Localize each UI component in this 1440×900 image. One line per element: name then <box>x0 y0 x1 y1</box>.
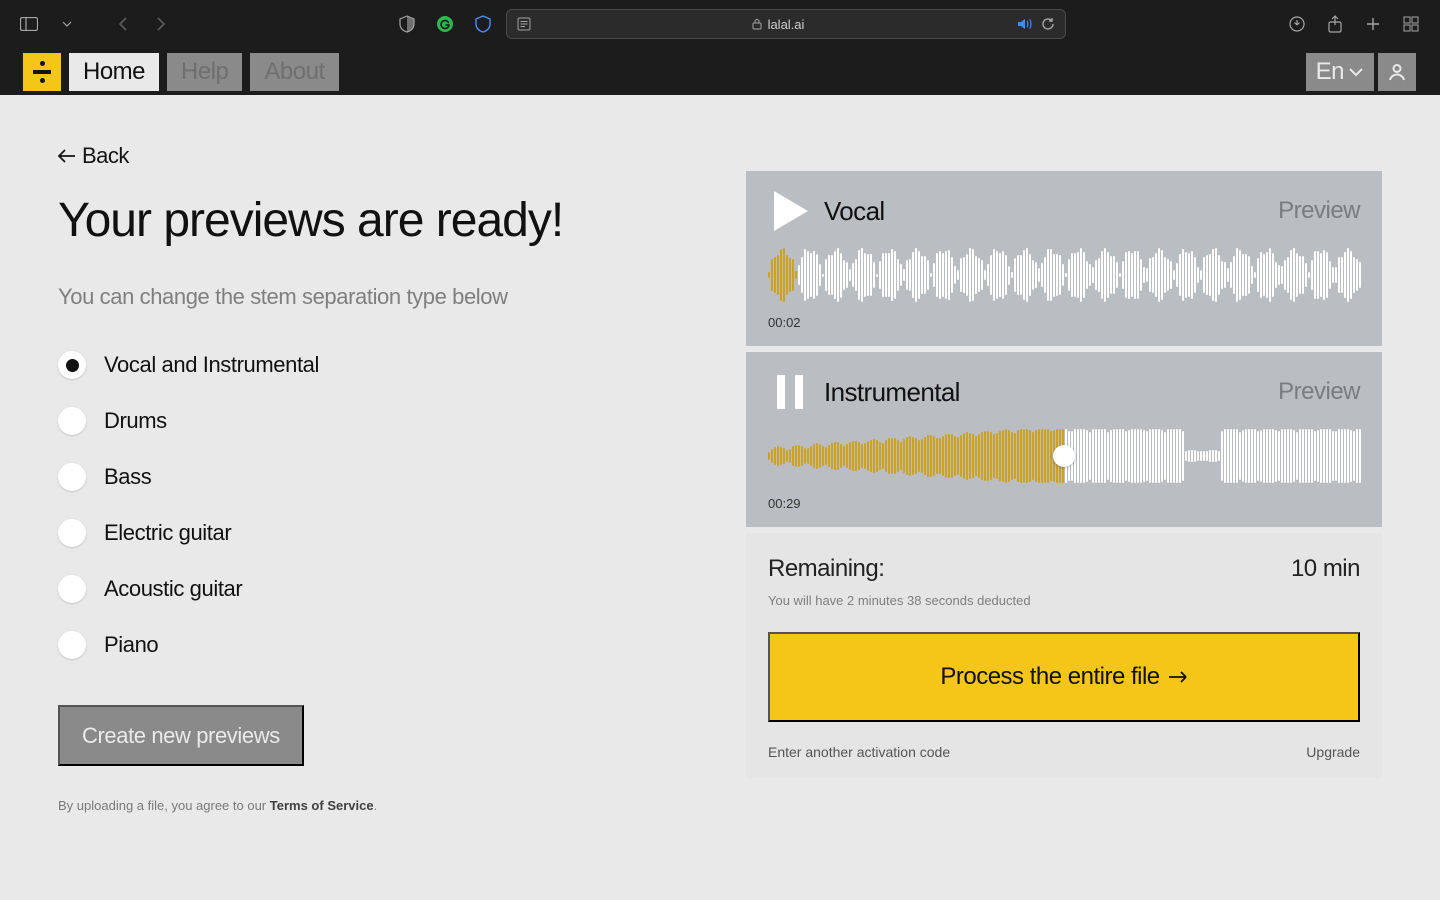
tab-dropdown-icon[interactable] <box>52 9 82 39</box>
enter-code-link[interactable]: Enter another activation code <box>768 744 950 760</box>
waveform-instrumental[interactable] <box>768 428 1360 484</box>
radio-bass[interactable]: Bass <box>58 463 706 491</box>
radio-label: Bass <box>104 464 151 490</box>
remaining-value: 10 min <box>1291 555 1360 583</box>
arrow-left-icon <box>58 149 76 163</box>
reload-icon[interactable] <box>1041 17 1055 31</box>
waveform-vocal[interactable] <box>768 247 1360 303</box>
privacy-report-icon[interactable] <box>392 9 422 39</box>
language-label: En <box>1316 58 1344 86</box>
preview-card-instrumental: Instrumental Preview 00:29 <box>746 352 1382 527</box>
pause-icon <box>775 373 805 411</box>
radio-drums[interactable]: Drums <box>58 407 706 435</box>
chevron-down-icon <box>1348 67 1364 77</box>
arrow-right-icon <box>1168 670 1188 684</box>
radio-acoustic-guitar[interactable]: Acoustic guitar <box>58 575 706 603</box>
user-icon <box>1386 61 1408 83</box>
browser-toolbar: lalal.ai <box>0 0 1440 48</box>
create-previews-button[interactable]: Create new previews <box>58 705 304 766</box>
remaining-label: Remaining: <box>768 555 884 583</box>
deduct-note: You will have 2 minutes 38 seconds deduc… <box>768 593 1360 608</box>
track-name: Vocal <box>824 196 885 227</box>
url-bar[interactable]: lalal.ai <box>506 9 1066 39</box>
site-navbar: Home Help About En <box>0 48 1440 95</box>
timestamp-instrumental: 00:29 <box>768 496 1360 511</box>
radio-label: Acoustic guitar <box>104 576 242 602</box>
radio-label: Vocal and Instrumental <box>104 352 319 378</box>
timestamp-vocal: 00:02 <box>768 315 1360 330</box>
site-logo[interactable] <box>23 53 61 91</box>
url-text: lalal.ai <box>768 17 805 32</box>
nav-help[interactable]: Help <box>167 53 242 91</box>
extension-shield-icon[interactable] <box>468 9 498 39</box>
terms-notice: By uploading a file, you agree to our Te… <box>58 798 706 813</box>
nav-about[interactable]: About <box>250 53 338 91</box>
share-icon[interactable] <box>1320 9 1350 39</box>
pause-button-instrumental[interactable] <box>768 370 812 414</box>
radio-vocal-instrumental[interactable]: Vocal and Instrumental <box>58 351 706 379</box>
remaining-panel: Remaining: 10 min You will have 2 minute… <box>746 533 1382 778</box>
upgrade-link[interactable]: Upgrade <box>1306 744 1360 760</box>
preview-label: Preview <box>1278 378 1360 406</box>
terms-link[interactable]: Terms of Service <box>270 798 374 813</box>
sidebar-toggle-icon[interactable] <box>14 9 44 39</box>
back-label: Back <box>82 143 129 169</box>
track-name: Instrumental <box>824 377 960 408</box>
play-button-vocal[interactable] <box>768 189 812 233</box>
radio-label: Drums <box>104 408 167 434</box>
radio-label: Piano <box>104 632 158 658</box>
new-tab-icon[interactable] <box>1358 9 1388 39</box>
page-title: Your previews are ready! <box>58 195 706 248</box>
nav-forward-icon <box>146 9 176 39</box>
downloads-icon[interactable] <box>1282 9 1312 39</box>
preview-card-vocal: Vocal Preview 00:02 <box>746 171 1382 346</box>
language-selector[interactable]: En <box>1306 53 1374 91</box>
tab-overview-icon[interactable] <box>1396 9 1426 39</box>
process-button-label: Process the entire file <box>940 663 1159 691</box>
stem-type-radio-group: Vocal and Instrumental Drums Bass Electr… <box>58 351 706 659</box>
preview-label: Preview <box>1278 197 1360 225</box>
reader-mode-icon[interactable] <box>517 17 531 31</box>
process-file-button[interactable]: Process the entire file <box>768 632 1360 722</box>
nav-home[interactable]: Home <box>69 53 159 91</box>
play-icon <box>770 189 810 233</box>
back-link[interactable]: Back <box>58 143 706 169</box>
lock-icon <box>752 18 762 30</box>
radio-label: Electric guitar <box>104 520 231 546</box>
audio-icon[interactable] <box>1017 18 1033 30</box>
page-subtitle: You can change the stem separation type … <box>58 282 518 312</box>
radio-electric-guitar[interactable]: Electric guitar <box>58 519 706 547</box>
extension-grammarly-icon[interactable] <box>430 9 460 39</box>
radio-piano[interactable]: Piano <box>58 631 706 659</box>
nav-back-icon <box>108 9 138 39</box>
account-button[interactable] <box>1378 53 1416 91</box>
playhead[interactable] <box>1053 445 1075 467</box>
